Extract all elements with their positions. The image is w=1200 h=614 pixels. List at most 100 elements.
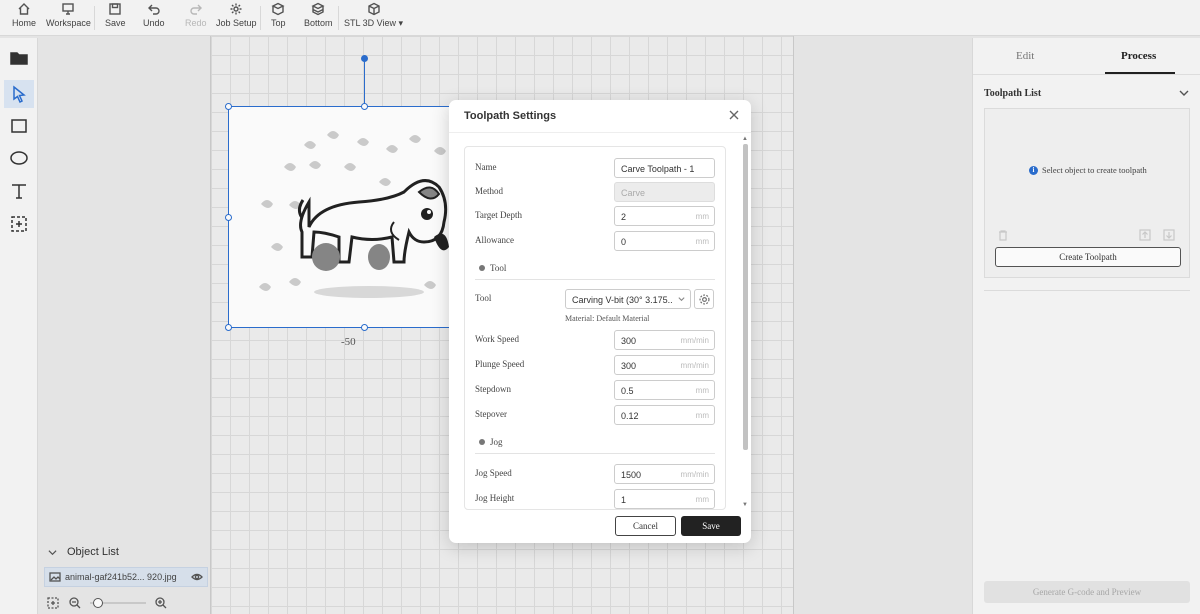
panel-divider <box>984 290 1190 291</box>
text-icon <box>12 184 26 199</box>
jog-speed-input[interactable]: 1500 mm/min <box>614 464 715 484</box>
tool-value: Carving V-bit (30° 3.175... <box>572 295 672 305</box>
undo-icon <box>147 4 160 15</box>
stl-3d-view-button[interactable]: STL 3D View ▾ <box>344 0 403 34</box>
scroll-up-icon[interactable]: ▲ <box>742 136 748 142</box>
right-panel: Edit Process Toolpath List i Select obje… <box>972 38 1200 614</box>
jog-speed-label: Jog Speed <box>475 468 512 478</box>
tool-settings-button[interactable] <box>694 289 714 309</box>
plunge-speed-value: 300 <box>621 361 637 371</box>
bottom-view-icon <box>311 2 325 16</box>
move-down-button[interactable] <box>1163 229 1175 244</box>
fit-to-screen-icon[interactable] <box>46 596 60 610</box>
toolbar-divider <box>338 6 339 30</box>
open-folder-button[interactable] <box>4 44 34 72</box>
allowance-value: 0 <box>621 237 627 247</box>
stepover-input[interactable]: 0.12 mm <box>614 405 715 425</box>
name-input[interactable]: Carve Toolpath - 1 <box>614 158 715 178</box>
zoom-in-icon[interactable] <box>154 596 168 610</box>
close-button[interactable] <box>728 109 740 121</box>
work-speed-label: Work Speed <box>475 334 520 344</box>
coordinate-label: -50 <box>341 336 356 348</box>
jog-height-value: 1 <box>621 495 627 505</box>
target-depth-input[interactable]: 2 mm <box>614 206 715 226</box>
create-toolpath-button[interactable]: Create Toolpath <box>995 247 1181 267</box>
jog-height-row: Jog Height 1 mm <box>475 489 715 509</box>
allowance-input[interactable]: 0 mm <box>614 231 715 251</box>
trash-icon <box>999 230 1007 241</box>
zoom-slider-thumb[interactable] <box>93 598 104 608</box>
top-view-label: Top <box>271 18 286 28</box>
jog-section-header: Jog <box>478 437 503 447</box>
resize-handle[interactable] <box>225 324 232 331</box>
resize-handle[interactable] <box>225 103 232 110</box>
resize-handle[interactable] <box>225 214 232 221</box>
generate-gcode-button[interactable]: Generate G-code and Preview <box>984 581 1190 603</box>
eye-icon[interactable] <box>191 571 203 583</box>
select-tool[interactable] <box>4 80 34 108</box>
gear-icon <box>698 293 710 305</box>
resize-handle[interactable] <box>361 103 368 110</box>
stepdown-value: 0.5 <box>621 386 634 396</box>
redo-button[interactable]: Redo <box>185 0 207 34</box>
tab-edit[interactable]: Edit <box>1016 50 1034 62</box>
arrow-down-icon <box>1163 229 1175 241</box>
tab-process[interactable]: Process <box>1121 50 1156 62</box>
settings-form: Name Carve Toolpath - 1 Method Carve Tar… <box>464 146 726 510</box>
stl-3d-view-label: STL 3D View ▾ <box>344 18 404 28</box>
scroll-thumb[interactable] <box>743 144 748 450</box>
rectangle-icon <box>11 119 27 133</box>
name-label: Name <box>475 162 497 172</box>
object-list-item[interactable]: animal-gaf241b52... 920.jpg <box>44 567 208 587</box>
empty-message-text: Select object to create toolpath <box>1042 165 1147 175</box>
name-row: Name Carve Toolpath - 1 <box>475 158 715 178</box>
method-row: Method Carve <box>475 182 715 202</box>
target-depth-row: Target Depth 2 mm <box>475 206 715 226</box>
toolpath-list: i Select object to create toolpath Creat… <box>984 108 1190 278</box>
select-arrow-icon <box>13 85 26 104</box>
undo-button[interactable]: Undo <box>143 0 165 34</box>
jog-height-input[interactable]: 1 mm <box>614 489 715 509</box>
tool-section-header: Tool <box>478 263 506 273</box>
zoom-slider[interactable] <box>90 598 146 608</box>
top-view-icon <box>271 2 285 16</box>
work-speed-input[interactable]: 300 mm/min <box>614 330 715 350</box>
add-frame-icon <box>11 216 27 232</box>
resize-handle[interactable] <box>361 324 368 331</box>
gear-icon <box>479 265 485 271</box>
save-button[interactable]: Save <box>105 0 126 34</box>
stepover-row: Stepover 0.12 mm <box>475 405 715 425</box>
text-tool[interactable] <box>4 177 34 205</box>
rectangle-tool[interactable] <box>4 112 34 140</box>
job-setup-label: Job Setup <box>216 18 257 28</box>
plunge-speed-input[interactable]: 300 mm/min <box>614 355 715 375</box>
cancel-button[interactable]: Cancel <box>615 516 676 536</box>
tool-select[interactable]: Carving V-bit (30° 3.175... <box>565 289 691 309</box>
name-value: Carve Toolpath - 1 <box>621 164 695 174</box>
delete-toolpath-button[interactable] <box>997 229 1009 244</box>
chevron-down-icon <box>48 549 57 555</box>
object-list-header[interactable]: Object List <box>48 546 119 558</box>
workspace-button[interactable]: Workspace <box>46 0 91 34</box>
move-up-button[interactable] <box>1139 229 1151 244</box>
chevron-down-icon <box>678 297 685 302</box>
dialog-scrollbar[interactable]: ▲ ▼ <box>742 136 748 510</box>
stepdown-input[interactable]: 0.5 mm <box>614 380 715 400</box>
chevron-down-icon <box>1179 90 1189 96</box>
info-icon: i <box>1029 165 1038 175</box>
zoom-out-icon[interactable] <box>68 596 82 610</box>
jog-section-title: Jog <box>490 437 503 447</box>
home-button[interactable]: Home <box>12 0 36 34</box>
add-frame-tool[interactable] <box>4 210 34 238</box>
home-icon <box>18 3 30 15</box>
bottom-view-button[interactable]: Bottom <box>304 0 333 34</box>
unit-label: mm <box>695 212 709 221</box>
rotation-handle[interactable] <box>361 55 368 62</box>
top-view-button[interactable]: Top <box>271 0 286 34</box>
save-button[interactable]: Save <box>681 516 741 536</box>
ellipse-tool[interactable] <box>4 144 34 172</box>
scroll-down-icon[interactable]: ▼ <box>742 502 748 508</box>
toolpath-list-toggle[interactable] <box>1179 88 1189 101</box>
tool-label: Tool <box>475 293 492 303</box>
job-setup-button[interactable]: Job Setup <box>216 0 257 34</box>
